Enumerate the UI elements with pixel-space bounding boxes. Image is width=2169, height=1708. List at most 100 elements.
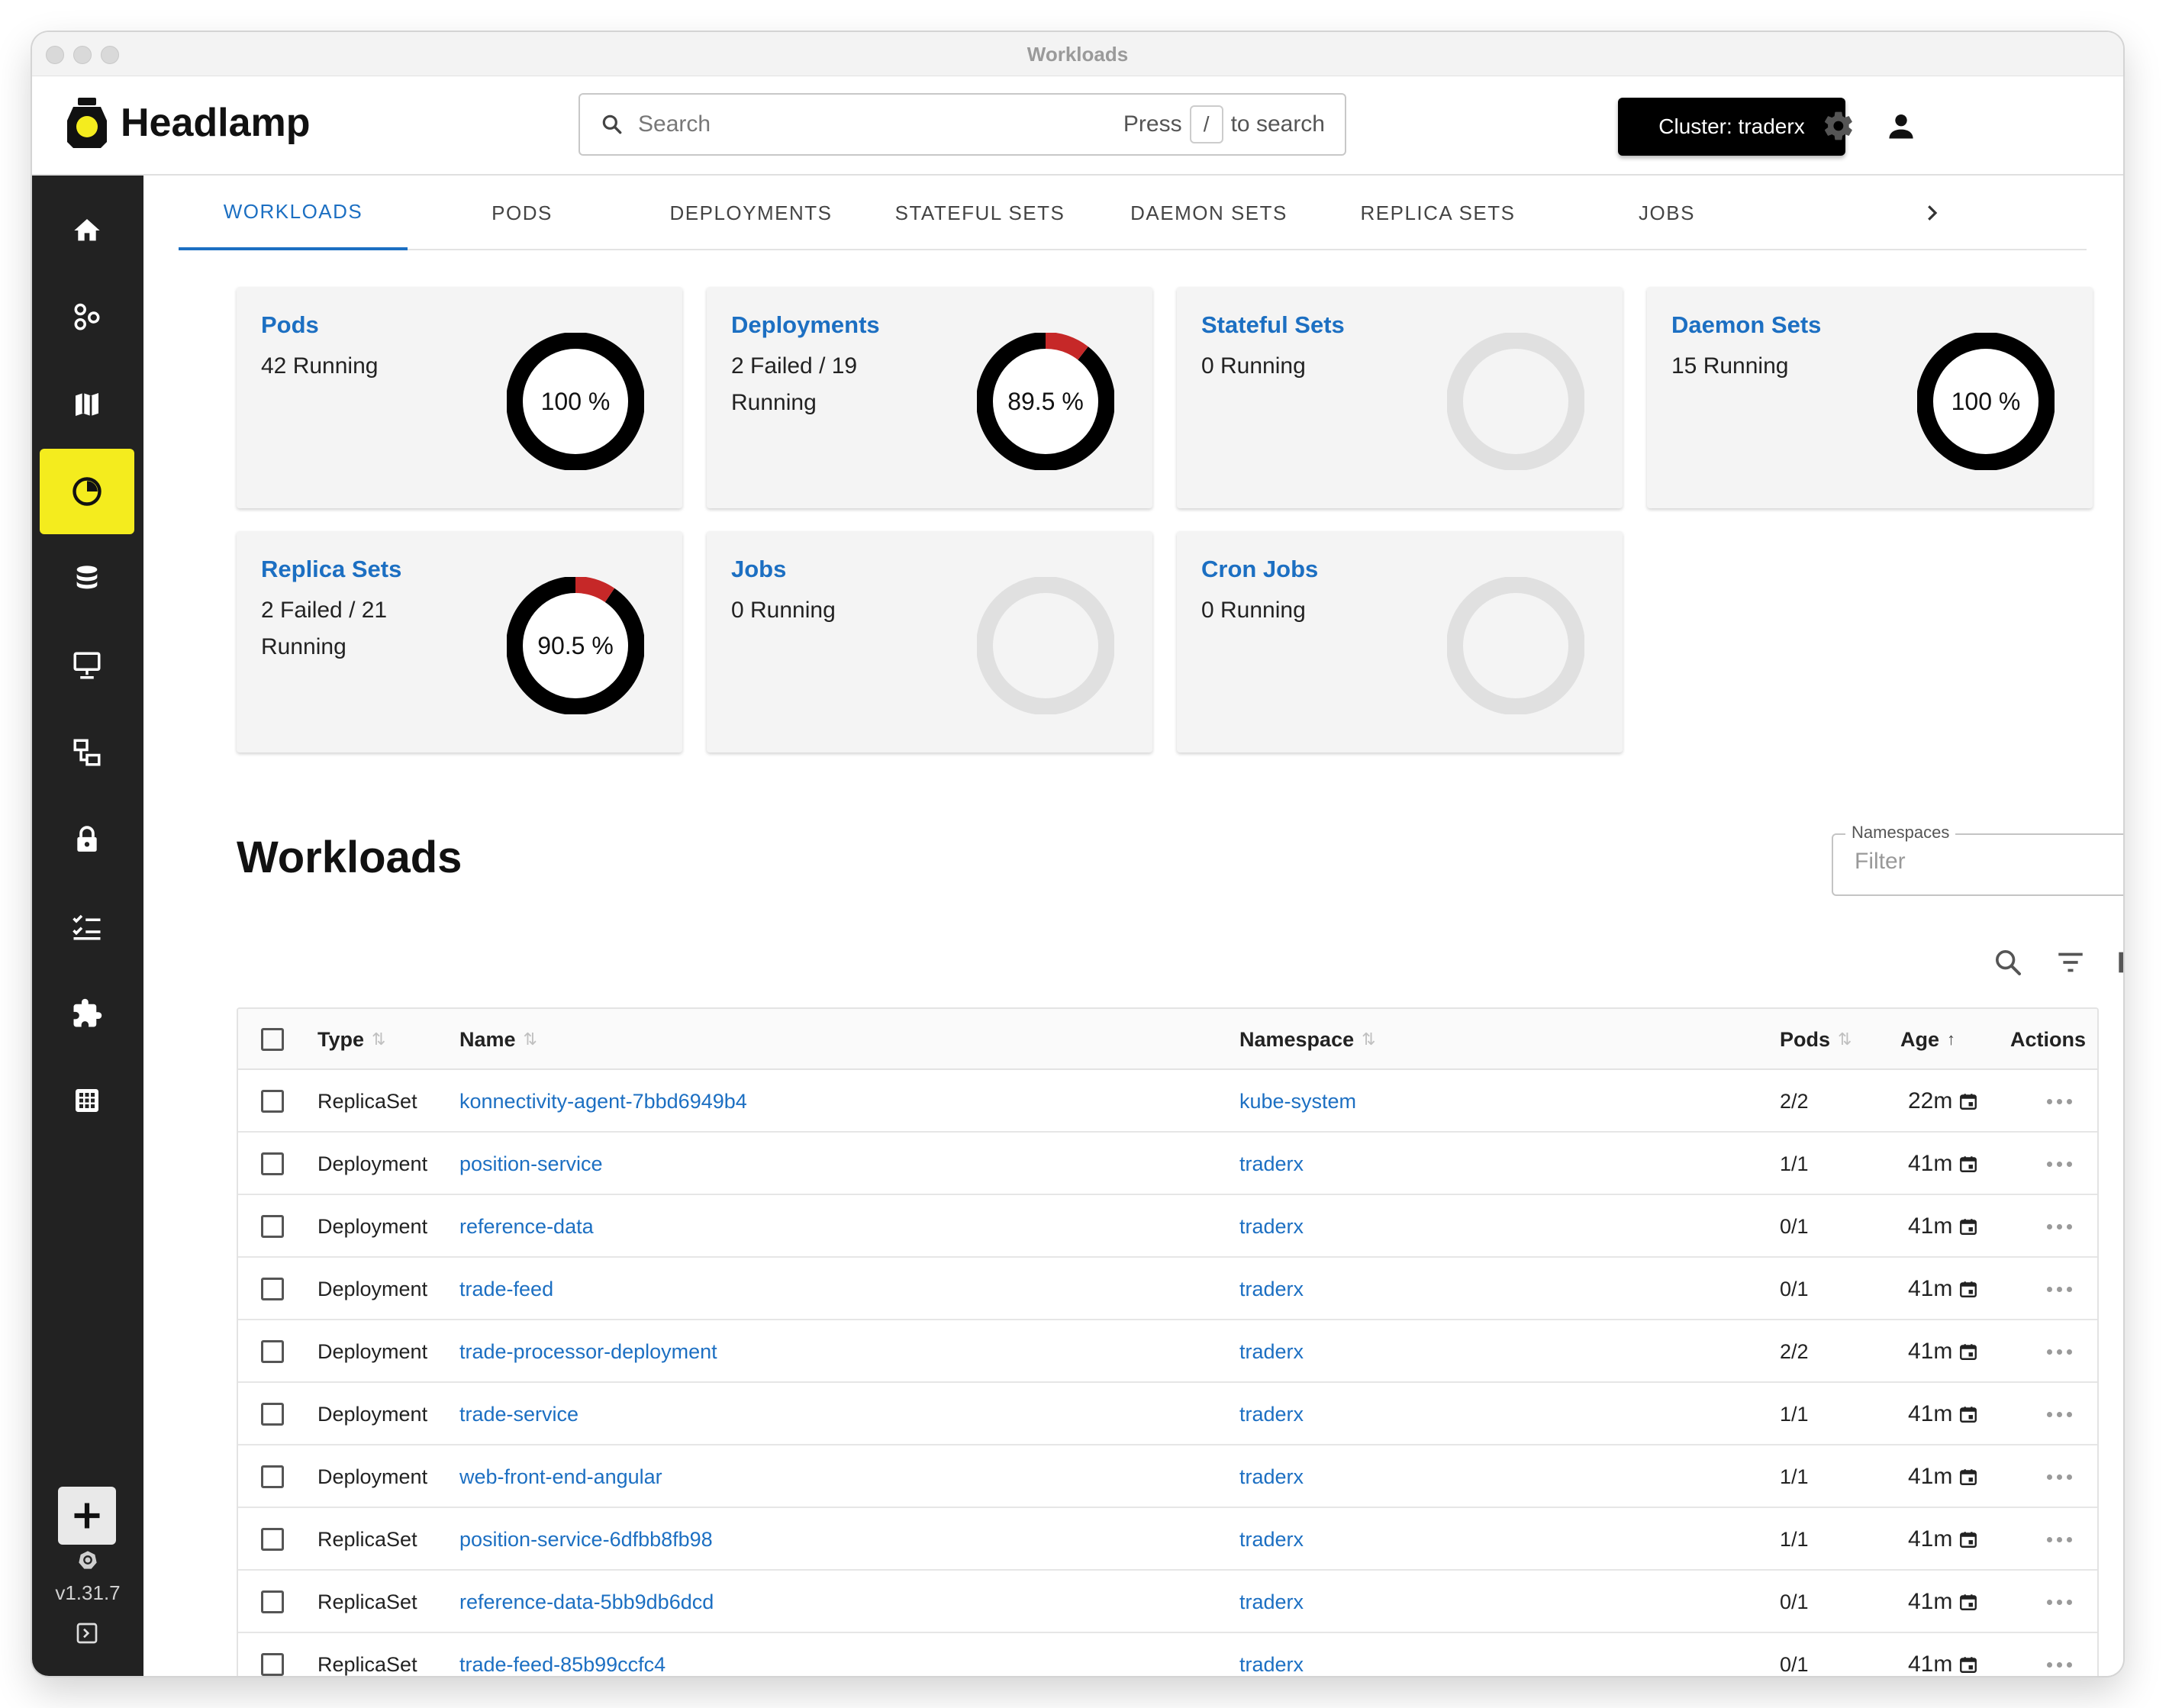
column-header-age[interactable]: Age ↑ (1900, 1009, 1955, 1070)
card-title[interactable]: Pods (261, 311, 319, 339)
sidebar-item-extensions[interactable] (40, 971, 134, 1056)
calendar-icon (1960, 1219, 1977, 1235)
add-cluster-button[interactable] (58, 1487, 116, 1545)
row-checkbox[interactable] (261, 1258, 284, 1320)
select-all-checkbox[interactable] (261, 1009, 284, 1070)
row-name-link[interactable]: trade-feed (459, 1258, 553, 1320)
settings-gear-icon[interactable] (1819, 107, 1858, 145)
table-row[interactable]: Deployment trade-processor-deployment trad… (238, 1320, 2097, 1383)
row-checkbox[interactable] (261, 1133, 284, 1195)
table-row[interactable]: ReplicaSet konnectivity-agent-7bbd6949b4 k… (238, 1070, 2097, 1133)
sidebar-item-home[interactable] (40, 188, 134, 273)
row-actions-menu-icon[interactable] (2047, 1258, 2072, 1320)
row-checkbox[interactable] (261, 1320, 284, 1383)
row-checkbox[interactable] (261, 1195, 284, 1258)
sidebar-item-workloads[interactable] (40, 449, 134, 534)
row-namespace-link[interactable]: traderx (1239, 1320, 1304, 1383)
row-namespace-link[interactable]: traderx (1239, 1383, 1304, 1445)
column-header-type[interactable]: Type ⇅ (317, 1009, 385, 1070)
table-row[interactable]: Deployment trade-feed traderx 0/1 41m (238, 1258, 2097, 1320)
row-type: Deployment (317, 1152, 428, 1175)
row-checkbox[interactable] (261, 1633, 284, 1676)
table-search-icon[interactable] (1989, 943, 2027, 981)
row-name-link[interactable]: position-service-6dfbb8fb98 (459, 1508, 713, 1571)
card-title[interactable]: Replica Sets (261, 556, 401, 583)
sidebar-item-security[interactable] (40, 797, 134, 882)
tabs-scroll-right-icon[interactable] (1914, 195, 1949, 230)
table-row[interactable]: Deployment position-service traderx 1/1 41m (238, 1133, 2097, 1195)
table-filter-icon[interactable] (2051, 943, 2090, 981)
row-name-link[interactable]: trade-feed-85b99ccfc4 (459, 1633, 666, 1676)
user-account-icon[interactable] (1882, 107, 1920, 145)
row-checkbox[interactable] (261, 1445, 284, 1508)
row-age-value: 41m (1908, 1151, 1953, 1176)
tab-workloads[interactable]: WORKLOADS (179, 176, 408, 250)
table-columns-icon[interactable] (2113, 943, 2123, 981)
table-row[interactable]: ReplicaSet trade-feed-85b99ccfc4 traderx 0/… (238, 1633, 2097, 1676)
collapse-sidebar-icon[interactable] (75, 1621, 99, 1649)
row-actions-menu-icon[interactable] (2047, 1070, 2072, 1133)
row-name-link[interactable]: position-service (459, 1133, 603, 1195)
tab-replica-sets[interactable]: REPLICA SETS (1323, 176, 1552, 250)
row-namespace-link[interactable]: traderx (1239, 1571, 1304, 1633)
table-row[interactable]: Deployment trade-service traderx 1/1 41m (238, 1383, 2097, 1445)
sidebar-item-configuration[interactable] (40, 884, 134, 969)
row-namespace-link[interactable]: traderx (1239, 1133, 1304, 1195)
namespace-filter-select[interactable]: Namespaces Filter (1832, 823, 2123, 896)
row-namespace-link[interactable]: traderx (1239, 1258, 1304, 1320)
sidebar-item-map[interactable] (40, 362, 134, 447)
card-title[interactable]: Cron Jobs (1201, 556, 1318, 583)
search-placeholder: Search (638, 111, 711, 137)
row-checkbox[interactable] (261, 1571, 284, 1633)
row-name-link[interactable]: konnectivity-agent-7bbd6949b4 (459, 1070, 747, 1133)
tab-daemon-sets[interactable]: DAEMON SETS (1094, 176, 1323, 250)
tab-pods[interactable]: PODS (408, 176, 637, 250)
row-actions-menu-icon[interactable] (2047, 1445, 2072, 1508)
row-checkbox[interactable] (261, 1383, 284, 1445)
table-row[interactable]: Deployment web-front-end-angular traderx 1/… (238, 1445, 2097, 1508)
tab-jobs[interactable]: JOBS (1552, 176, 1781, 250)
sidebar-item-gateway[interactable] (40, 710, 134, 795)
row-actions-menu-icon[interactable] (2047, 1133, 2072, 1195)
row-pods: 0/1 (1780, 1652, 1809, 1676)
tab-stateful-sets[interactable]: STATEFUL SETS (865, 176, 1094, 250)
table-row[interactable]: ReplicaSet position-service-6dfbb8fb98 tra… (238, 1508, 2097, 1571)
table-row[interactable]: Deployment reference-data traderx 0/1 41m (238, 1195, 2097, 1258)
row-name-link[interactable]: web-front-end-angular (459, 1445, 662, 1508)
row-actions-menu-icon[interactable] (2047, 1195, 2072, 1258)
row-name-link[interactable]: trade-service (459, 1383, 579, 1445)
row-actions-menu-icon[interactable] (2047, 1633, 2072, 1676)
sidebar-item-apps[interactable] (40, 1058, 134, 1143)
row-namespace-link[interactable]: traderx (1239, 1195, 1304, 1258)
row-name-link[interactable]: reference-data (459, 1195, 594, 1258)
row-checkbox[interactable] (261, 1070, 284, 1133)
sidebar-item-cluster[interactable] (40, 275, 134, 360)
card-status-line: Running (731, 390, 817, 415)
row-name-link[interactable]: reference-data-5bb9db6dcd (459, 1571, 714, 1633)
headlamp-logo[interactable]: Headlamp (67, 98, 311, 148)
column-header-name[interactable]: Name ⇅ (459, 1009, 537, 1070)
sidebar-item-network[interactable] (40, 623, 134, 708)
card-title[interactable]: Jobs (731, 556, 786, 583)
row-actions-menu-icon[interactable] (2047, 1383, 2072, 1445)
row-namespace-link[interactable]: traderx (1239, 1633, 1304, 1676)
table-row[interactable]: ReplicaSet reference-data-5bb9db6dcd trade… (238, 1571, 2097, 1633)
row-actions-menu-icon[interactable] (2047, 1508, 2072, 1571)
donut-percent-label: 90.5 % (537, 632, 614, 659)
column-header-namespace[interactable]: Namespace ⇅ (1239, 1009, 1376, 1070)
row-actions-menu-icon[interactable] (2047, 1571, 2072, 1633)
column-header-pods[interactable]: Pods ⇅ (1780, 1009, 1852, 1070)
row-actions-menu-icon[interactable] (2047, 1320, 2072, 1383)
card-title[interactable]: Daemon Sets (1671, 311, 1821, 339)
card-title[interactable]: Deployments (731, 311, 880, 339)
card-title[interactable]: Stateful Sets (1201, 311, 1345, 339)
sidebar-item-storage[interactable] (40, 536, 134, 621)
row-namespace-link[interactable]: traderx (1239, 1508, 1304, 1571)
row-namespace-link[interactable]: traderx (1239, 1445, 1304, 1508)
row-name-link[interactable]: trade-processor-deployment (459, 1320, 717, 1383)
row-checkbox[interactable] (261, 1508, 284, 1571)
row-namespace-link[interactable]: kube-system (1239, 1070, 1356, 1133)
cluster-button[interactable]: Cluster: traderx (1618, 98, 1845, 156)
global-search-input[interactable]: Search Press / to search (579, 93, 1346, 156)
tab-deployments[interactable]: DEPLOYMENTS (637, 176, 865, 250)
